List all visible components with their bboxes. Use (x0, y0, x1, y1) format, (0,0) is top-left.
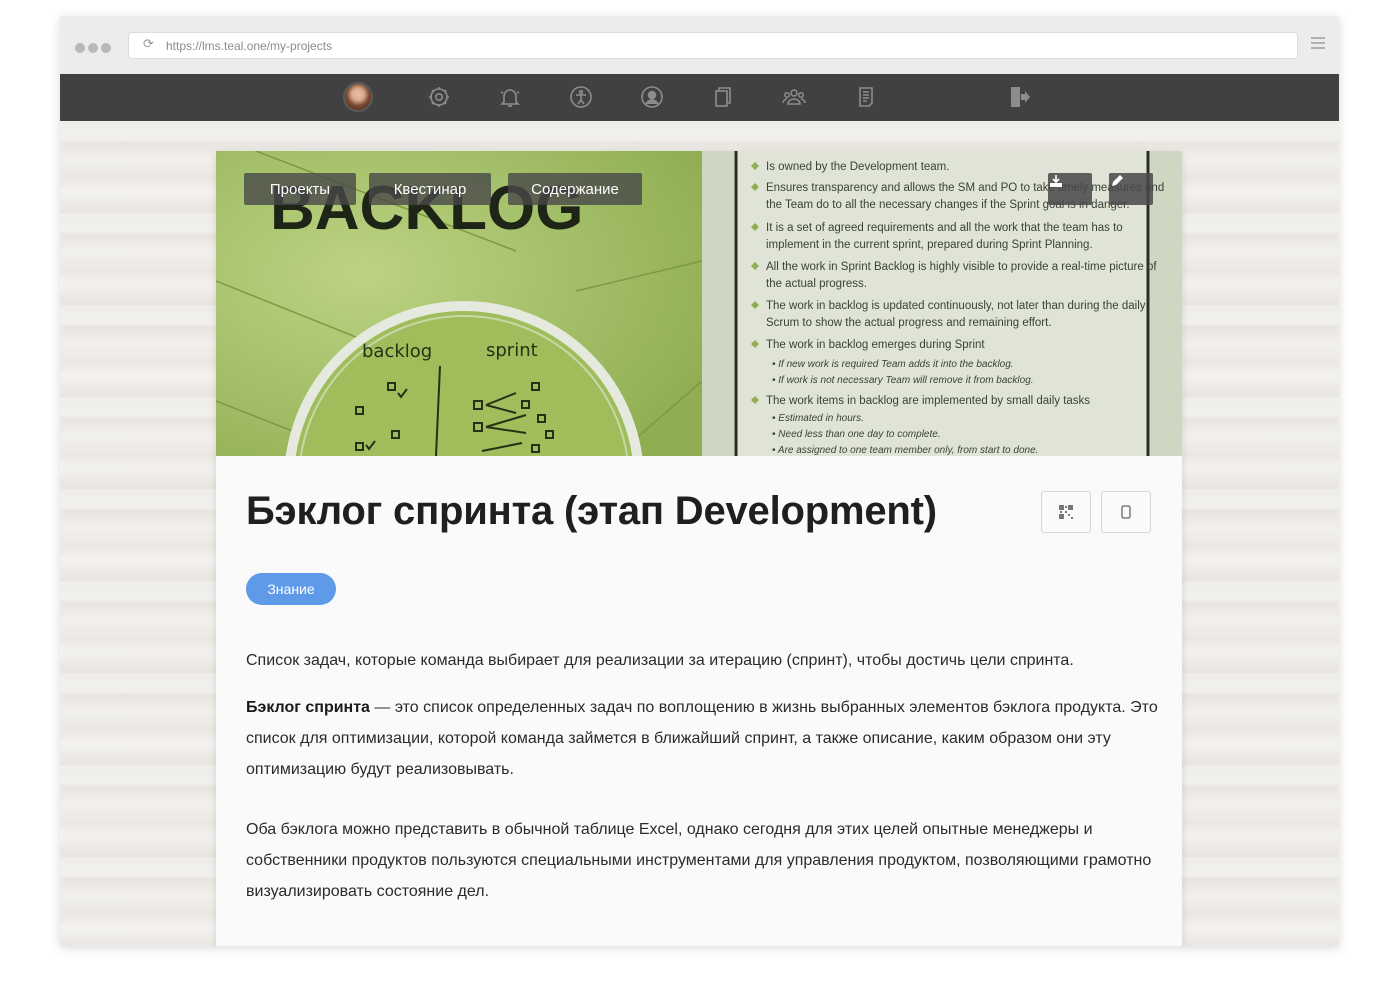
url-text[interactable]: https://lms.teal.one/my-projects (166, 39, 332, 53)
reload-icon[interactable]: ⟳ (143, 37, 154, 52)
gear-icon[interactable] (424, 82, 454, 112)
copy-icon[interactable] (708, 82, 738, 112)
window-dot[interactable] (101, 43, 111, 53)
knowledge-badge[interactable]: Знание (246, 573, 336, 605)
hero-image: BACKLOG backlog sprint Is owned by the D… (216, 151, 1182, 456)
paragraph-intro: Список задач, которые команда выбирает д… (246, 652, 1074, 669)
edit-button[interactable] (1109, 173, 1153, 205)
logout-icon[interactable] (1004, 82, 1034, 112)
tab-projects[interactable]: Проекты (244, 173, 356, 205)
hero-illustration: BACKLOG backlog sprint Is owned by the D… (216, 151, 1182, 456)
mobile-icon (1121, 505, 1131, 519)
avatar-image (343, 82, 373, 112)
circle-right-label: sprint (486, 340, 538, 361)
bullet-line: Scrum to show the actual progress and re… (766, 317, 1052, 329)
bullet-line: • Estimated in hours. (772, 413, 864, 424)
bullet-line: implement in the current sprint, prepare… (766, 239, 1093, 251)
bullet-line: Ensures transparency and allows the SM a… (766, 182, 1164, 194)
bullet-line: The work in backlog emerges during Sprin… (766, 339, 985, 351)
pencil-icon (1112, 175, 1123, 186)
document-icon[interactable] (851, 82, 881, 112)
bullet-line: All the work in Sprint Backlog is highly… (766, 261, 1157, 273)
qr-code-icon (1059, 505, 1073, 519)
paragraph-definition: Бэклог спринта — это список определенных… (246, 692, 1166, 785)
bullet-line: • Are assigned to one team member only, … (772, 445, 1038, 456)
bullet-line: • Need less than one day to complete. (772, 429, 941, 440)
bell-icon[interactable] (495, 82, 525, 112)
page-title: Бэклог спринта (этап Development) (246, 489, 937, 533)
definition-text: — это список определенных задач по вопло… (246, 699, 1158, 778)
browser-menu-icon[interactable] (1311, 37, 1325, 52)
bullet-line: Is owned by the Development team. (766, 161, 949, 173)
window-controls[interactable] (75, 40, 114, 58)
bullet-line: It is a set of agreed requirements and a… (766, 222, 1123, 234)
bullet-line: • If new work is required Team adds it i… (772, 359, 1014, 370)
window-dot[interactable] (88, 43, 98, 53)
download-button[interactable] (1048, 173, 1092, 205)
tab-questinar[interactable]: Квестинар (369, 173, 491, 205)
accessibility-icon[interactable] (566, 82, 596, 112)
bullet-line: • If work is not necessary Team will rem… (772, 375, 1034, 386)
browser-chrome: ⟳ https://lms.teal.one/my-projects (60, 16, 1339, 75)
tab-content[interactable]: Содержание (508, 173, 642, 205)
download-icon (1050, 175, 1062, 187)
circle-left-label: backlog (362, 341, 432, 362)
paragraph-tools: Оба бэклога можно представить в обычной … (246, 821, 1152, 900)
bullet-line: the actual progress. (766, 278, 867, 290)
mobile-view-button[interactable] (1101, 491, 1151, 533)
top-navbar (60, 74, 1339, 121)
bullet-line: The work items in backlog are implemente… (766, 395, 1090, 407)
group-icon[interactable] (779, 82, 809, 112)
user-circle-icon[interactable] (637, 82, 667, 112)
bullet-line: The work in backlog is updated continuou… (766, 300, 1146, 312)
address-bar[interactable]: ⟳ https://lms.teal.one/my-projects (128, 32, 1298, 59)
qr-code-button[interactable] (1041, 491, 1091, 533)
browser-window: ⟳ https://lms.teal.one/my-projects BACKL… (60, 16, 1339, 946)
window-dot[interactable] (75, 43, 85, 53)
definition-term: Бэклог спринта (246, 699, 370, 716)
avatar[interactable] (343, 82, 373, 112)
content-card: BACKLOG backlog sprint Is owned by the D… (216, 151, 1182, 946)
